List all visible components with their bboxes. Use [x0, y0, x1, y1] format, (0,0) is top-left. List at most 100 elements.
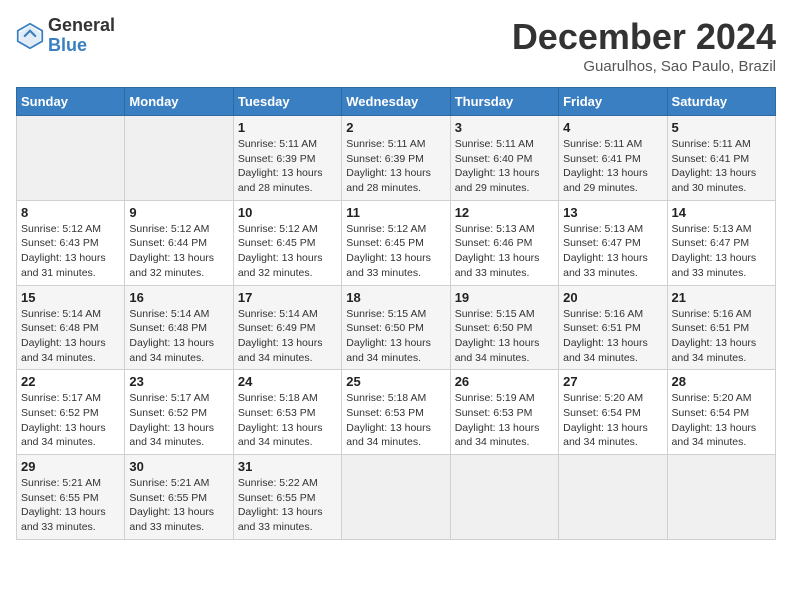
sunset: Sunset: 6:41 PM	[563, 153, 641, 165]
day-info: Sunrise: 5:13 AM Sunset: 6:47 PM Dayligh…	[672, 222, 771, 281]
calendar-cell: 2 Sunrise: 5:11 AM Sunset: 6:39 PM Dayli…	[342, 116, 450, 201]
calendar-cell: 1 Sunrise: 5:11 AM Sunset: 6:39 PM Dayli…	[233, 116, 341, 201]
day-number: 28	[672, 374, 771, 389]
sunset: Sunset: 6:52 PM	[21, 407, 99, 419]
day-number: 22	[21, 374, 120, 389]
day-info: Sunrise: 5:19 AM Sunset: 6:53 PM Dayligh…	[455, 391, 554, 450]
sunrise: Sunrise: 5:17 AM	[21, 392, 101, 404]
day-info: Sunrise: 5:12 AM Sunset: 6:43 PM Dayligh…	[21, 222, 120, 281]
day-number: 23	[129, 374, 228, 389]
calendar-cell: 12 Sunrise: 5:13 AM Sunset: 6:46 PM Dayl…	[450, 200, 558, 285]
calendar-table: Sunday Monday Tuesday Wednesday Thursday…	[16, 87, 776, 540]
day-info: Sunrise: 5:21 AM Sunset: 6:55 PM Dayligh…	[21, 476, 120, 535]
sunset: Sunset: 6:43 PM	[21, 237, 99, 249]
day-info: Sunrise: 5:13 AM Sunset: 6:46 PM Dayligh…	[455, 222, 554, 281]
logo-icon	[16, 22, 44, 50]
day-number: 14	[672, 205, 771, 220]
calendar-week-4: 29 Sunrise: 5:21 AM Sunset: 6:55 PM Dayl…	[17, 455, 776, 540]
calendar-cell: 17 Sunrise: 5:14 AM Sunset: 6:49 PM Dayl…	[233, 285, 341, 370]
calendar-cell	[667, 455, 775, 540]
logo-text: General Blue	[48, 16, 115, 56]
day-info: Sunrise: 5:11 AM Sunset: 6:41 PM Dayligh…	[672, 137, 771, 196]
calendar-cell: 15 Sunrise: 5:14 AM Sunset: 6:48 PM Dayl…	[17, 285, 125, 370]
sunrise: Sunrise: 5:12 AM	[238, 223, 318, 235]
day-number: 29	[21, 459, 120, 474]
sunrise: Sunrise: 5:18 AM	[346, 392, 426, 404]
daylight: Daylight: 13 hours and 33 minutes.	[455, 252, 540, 279]
day-number: 30	[129, 459, 228, 474]
day-info: Sunrise: 5:16 AM Sunset: 6:51 PM Dayligh…	[563, 307, 662, 366]
sunset: Sunset: 6:51 PM	[563, 322, 641, 334]
daylight: Daylight: 13 hours and 32 minutes.	[129, 252, 214, 279]
sunrise: Sunrise: 5:21 AM	[21, 477, 101, 489]
sunset: Sunset: 6:49 PM	[238, 322, 316, 334]
sunset: Sunset: 6:45 PM	[238, 237, 316, 249]
day-info: Sunrise: 5:15 AM Sunset: 6:50 PM Dayligh…	[455, 307, 554, 366]
sunset: Sunset: 6:50 PM	[346, 322, 424, 334]
sunrise: Sunrise: 5:20 AM	[563, 392, 643, 404]
day-number: 24	[238, 374, 337, 389]
page-header: General Blue December 2024 Guarulhos, Sa…	[16, 16, 776, 75]
day-info: Sunrise: 5:17 AM Sunset: 6:52 PM Dayligh…	[21, 391, 120, 450]
day-info: Sunrise: 5:12 AM Sunset: 6:45 PM Dayligh…	[238, 222, 337, 281]
day-info: Sunrise: 5:21 AM Sunset: 6:55 PM Dayligh…	[129, 476, 228, 535]
day-info: Sunrise: 5:14 AM Sunset: 6:48 PM Dayligh…	[129, 307, 228, 366]
daylight: Daylight: 13 hours and 31 minutes.	[21, 252, 106, 279]
day-info: Sunrise: 5:14 AM Sunset: 6:49 PM Dayligh…	[238, 307, 337, 366]
sunset: Sunset: 6:53 PM	[346, 407, 424, 419]
day-number: 12	[455, 205, 554, 220]
sunrise: Sunrise: 5:18 AM	[238, 392, 318, 404]
day-number: 11	[346, 205, 445, 220]
daylight: Daylight: 13 hours and 28 minutes.	[238, 167, 323, 194]
daylight: Daylight: 13 hours and 28 minutes.	[346, 167, 431, 194]
daylight: Daylight: 13 hours and 34 minutes.	[238, 422, 323, 449]
daylight: Daylight: 13 hours and 33 minutes.	[238, 506, 323, 533]
header-tuesday: Tuesday	[233, 88, 341, 116]
month-title: December 2024	[512, 16, 776, 58]
sunrise: Sunrise: 5:14 AM	[238, 308, 318, 320]
calendar-week-1: 8 Sunrise: 5:12 AM Sunset: 6:43 PM Dayli…	[17, 200, 776, 285]
daylight: Daylight: 13 hours and 33 minutes.	[346, 252, 431, 279]
daylight: Daylight: 13 hours and 33 minutes.	[21, 506, 106, 533]
daylight: Daylight: 13 hours and 30 minutes.	[672, 167, 757, 194]
sunset: Sunset: 6:52 PM	[129, 407, 207, 419]
sunrise: Sunrise: 5:19 AM	[455, 392, 535, 404]
sunset: Sunset: 6:54 PM	[672, 407, 750, 419]
calendar-cell: 3 Sunrise: 5:11 AM Sunset: 6:40 PM Dayli…	[450, 116, 558, 201]
daylight: Daylight: 13 hours and 34 minutes.	[346, 422, 431, 449]
calendar-cell: 16 Sunrise: 5:14 AM Sunset: 6:48 PM Dayl…	[125, 285, 233, 370]
calendar-cell: 13 Sunrise: 5:13 AM Sunset: 6:47 PM Dayl…	[559, 200, 667, 285]
logo-general-text: General	[48, 16, 115, 36]
header-row: Sunday Monday Tuesday Wednesday Thursday…	[17, 88, 776, 116]
daylight: Daylight: 13 hours and 34 minutes.	[563, 422, 648, 449]
header-sunday: Sunday	[17, 88, 125, 116]
daylight: Daylight: 13 hours and 34 minutes.	[21, 337, 106, 364]
sunrise: Sunrise: 5:20 AM	[672, 392, 752, 404]
sunset: Sunset: 6:55 PM	[238, 492, 316, 504]
sunset: Sunset: 6:50 PM	[455, 322, 533, 334]
sunrise: Sunrise: 5:21 AM	[129, 477, 209, 489]
day-info: Sunrise: 5:18 AM Sunset: 6:53 PM Dayligh…	[346, 391, 445, 450]
day-info: Sunrise: 5:20 AM Sunset: 6:54 PM Dayligh…	[672, 391, 771, 450]
day-number: 15	[21, 290, 120, 305]
day-info: Sunrise: 5:12 AM Sunset: 6:45 PM Dayligh…	[346, 222, 445, 281]
day-number: 4	[563, 120, 662, 135]
sunrise: Sunrise: 5:11 AM	[238, 138, 317, 150]
day-info: Sunrise: 5:16 AM Sunset: 6:51 PM Dayligh…	[672, 307, 771, 366]
sunrise: Sunrise: 5:14 AM	[129, 308, 209, 320]
daylight: Daylight: 13 hours and 33 minutes.	[129, 506, 214, 533]
sunrise: Sunrise: 5:16 AM	[672, 308, 752, 320]
daylight: Daylight: 13 hours and 34 minutes.	[455, 337, 540, 364]
daylight: Daylight: 13 hours and 33 minutes.	[672, 252, 757, 279]
day-number: 5	[672, 120, 771, 135]
day-info: Sunrise: 5:20 AM Sunset: 6:54 PM Dayligh…	[563, 391, 662, 450]
sunset: Sunset: 6:46 PM	[455, 237, 533, 249]
sunset: Sunset: 6:53 PM	[238, 407, 316, 419]
calendar-week-2: 15 Sunrise: 5:14 AM Sunset: 6:48 PM Dayl…	[17, 285, 776, 370]
day-info: Sunrise: 5:14 AM Sunset: 6:48 PM Dayligh…	[21, 307, 120, 366]
day-number: 21	[672, 290, 771, 305]
day-number: 9	[129, 205, 228, 220]
daylight: Daylight: 13 hours and 34 minutes.	[346, 337, 431, 364]
day-info: Sunrise: 5:11 AM Sunset: 6:40 PM Dayligh…	[455, 137, 554, 196]
logo-blue-text: Blue	[48, 36, 115, 56]
